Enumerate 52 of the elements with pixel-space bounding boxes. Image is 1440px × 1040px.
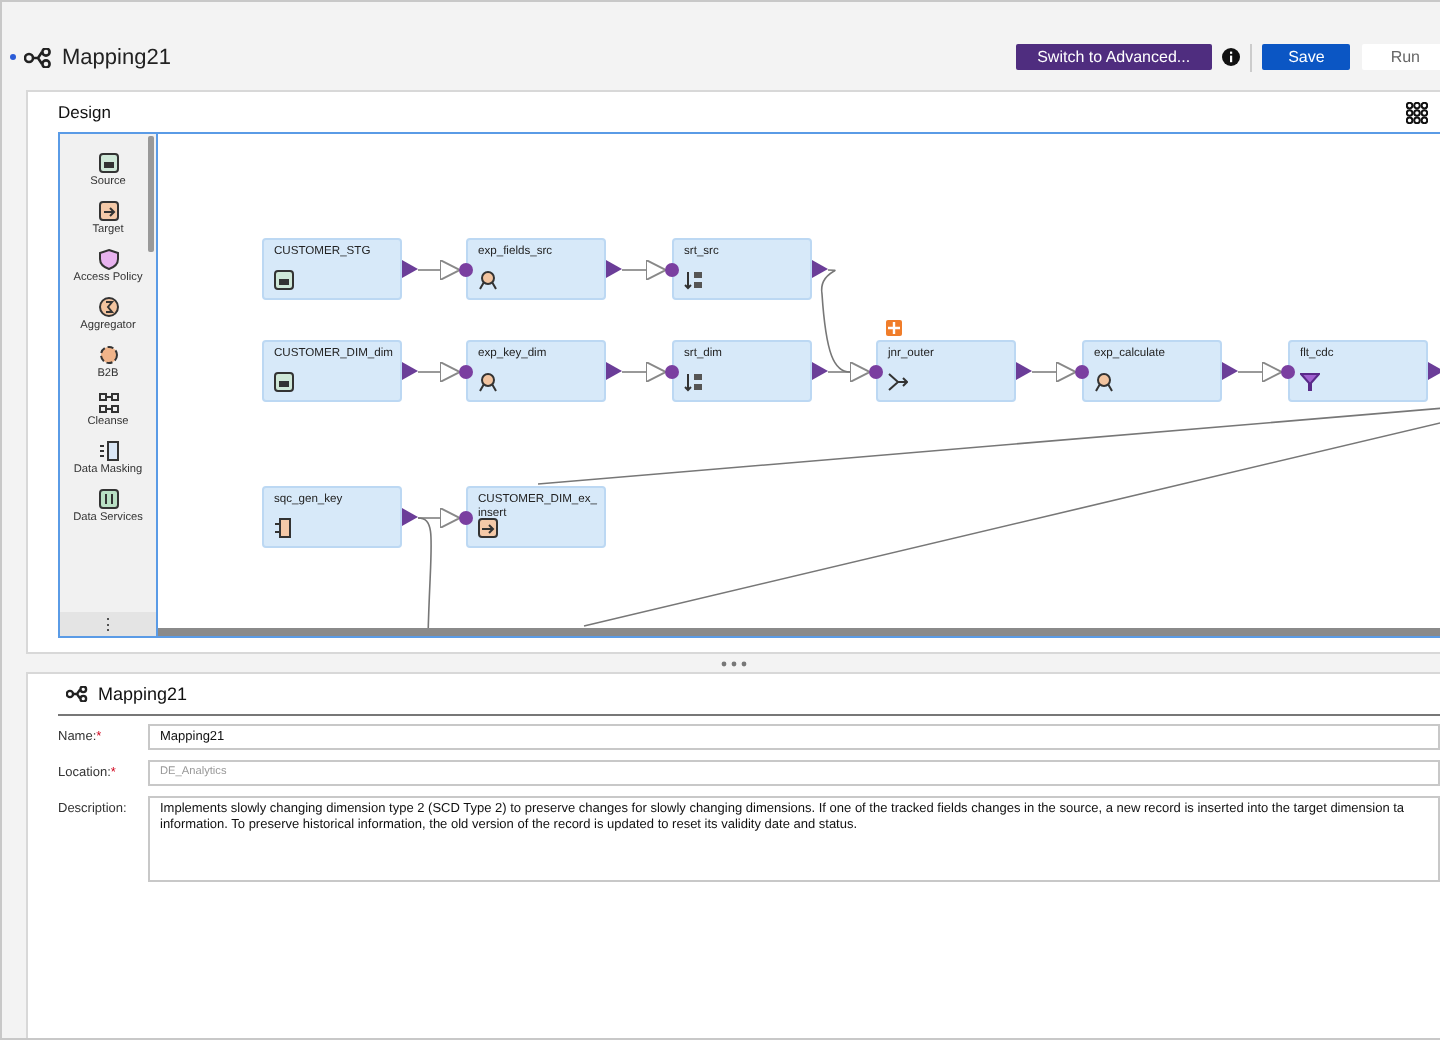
status-dot (10, 54, 16, 60)
input-port-icon[interactable] (868, 364, 884, 380)
connector[interactable] (1237, 361, 1283, 383)
transformation-icon (478, 372, 498, 392)
transformation-icon (97, 440, 119, 462)
transformation-icon (1094, 372, 1114, 392)
grid-icon[interactable] (1406, 101, 1428, 123)
input-port-icon[interactable] (1074, 364, 1090, 380)
switch-to-advanced-button[interactable]: Switch to Advanced... (1015, 44, 1213, 70)
panel-title: Design (58, 102, 113, 122)
input-port-icon[interactable] (458, 262, 474, 278)
transformation-icon (97, 200, 119, 222)
transformation-icon (97, 488, 119, 510)
save-button[interactable]: Save (1262, 44, 1351, 70)
connector[interactable] (1031, 361, 1077, 383)
transformation-icon (274, 270, 294, 290)
transformation-icon (97, 152, 119, 174)
connector[interactable] (621, 259, 667, 281)
transformation-icon (97, 392, 119, 414)
transformation-icon (478, 518, 498, 538)
input-port-icon[interactable] (458, 510, 474, 526)
scrollbar[interactable] (148, 136, 154, 252)
mapping-icon (24, 47, 52, 67)
scrollbar[interactable] (158, 628, 1440, 636)
input-port-icon[interactable] (458, 364, 474, 380)
connector[interactable] (417, 361, 461, 383)
transformation-icon (274, 372, 294, 392)
connector[interactable] (827, 361, 871, 383)
transformation-icon (684, 372, 704, 392)
input-port-icon[interactable] (1280, 364, 1296, 380)
grid-badge-icon (886, 320, 902, 336)
mapping-title: Mapping21 (62, 45, 171, 69)
transformation-icon (274, 518, 294, 538)
transformation-icon (888, 372, 908, 392)
mapping-icon (66, 686, 88, 702)
resize-handle-icon[interactable] (719, 659, 747, 667)
input-port-icon[interactable] (664, 364, 680, 380)
connector[interactable] (417, 259, 461, 281)
connector[interactable] (621, 361, 667, 383)
input-port-icon[interactable] (664, 262, 680, 278)
transformation-icon (97, 344, 119, 366)
connector[interactable] (417, 507, 461, 529)
transformation-icon (97, 248, 119, 270)
info-icon[interactable] (1222, 48, 1241, 66)
transformation-icon (1300, 372, 1320, 392)
connector[interactable] (820, 269, 851, 373)
transformation-icon (478, 270, 498, 290)
properties-title: Mapping21 (98, 684, 188, 704)
transformation-icon (97, 296, 119, 318)
transformation-icon (684, 270, 704, 290)
run-button[interactable]: Run (1362, 44, 1440, 70)
more-button[interactable]: ⋮ (60, 612, 156, 636)
